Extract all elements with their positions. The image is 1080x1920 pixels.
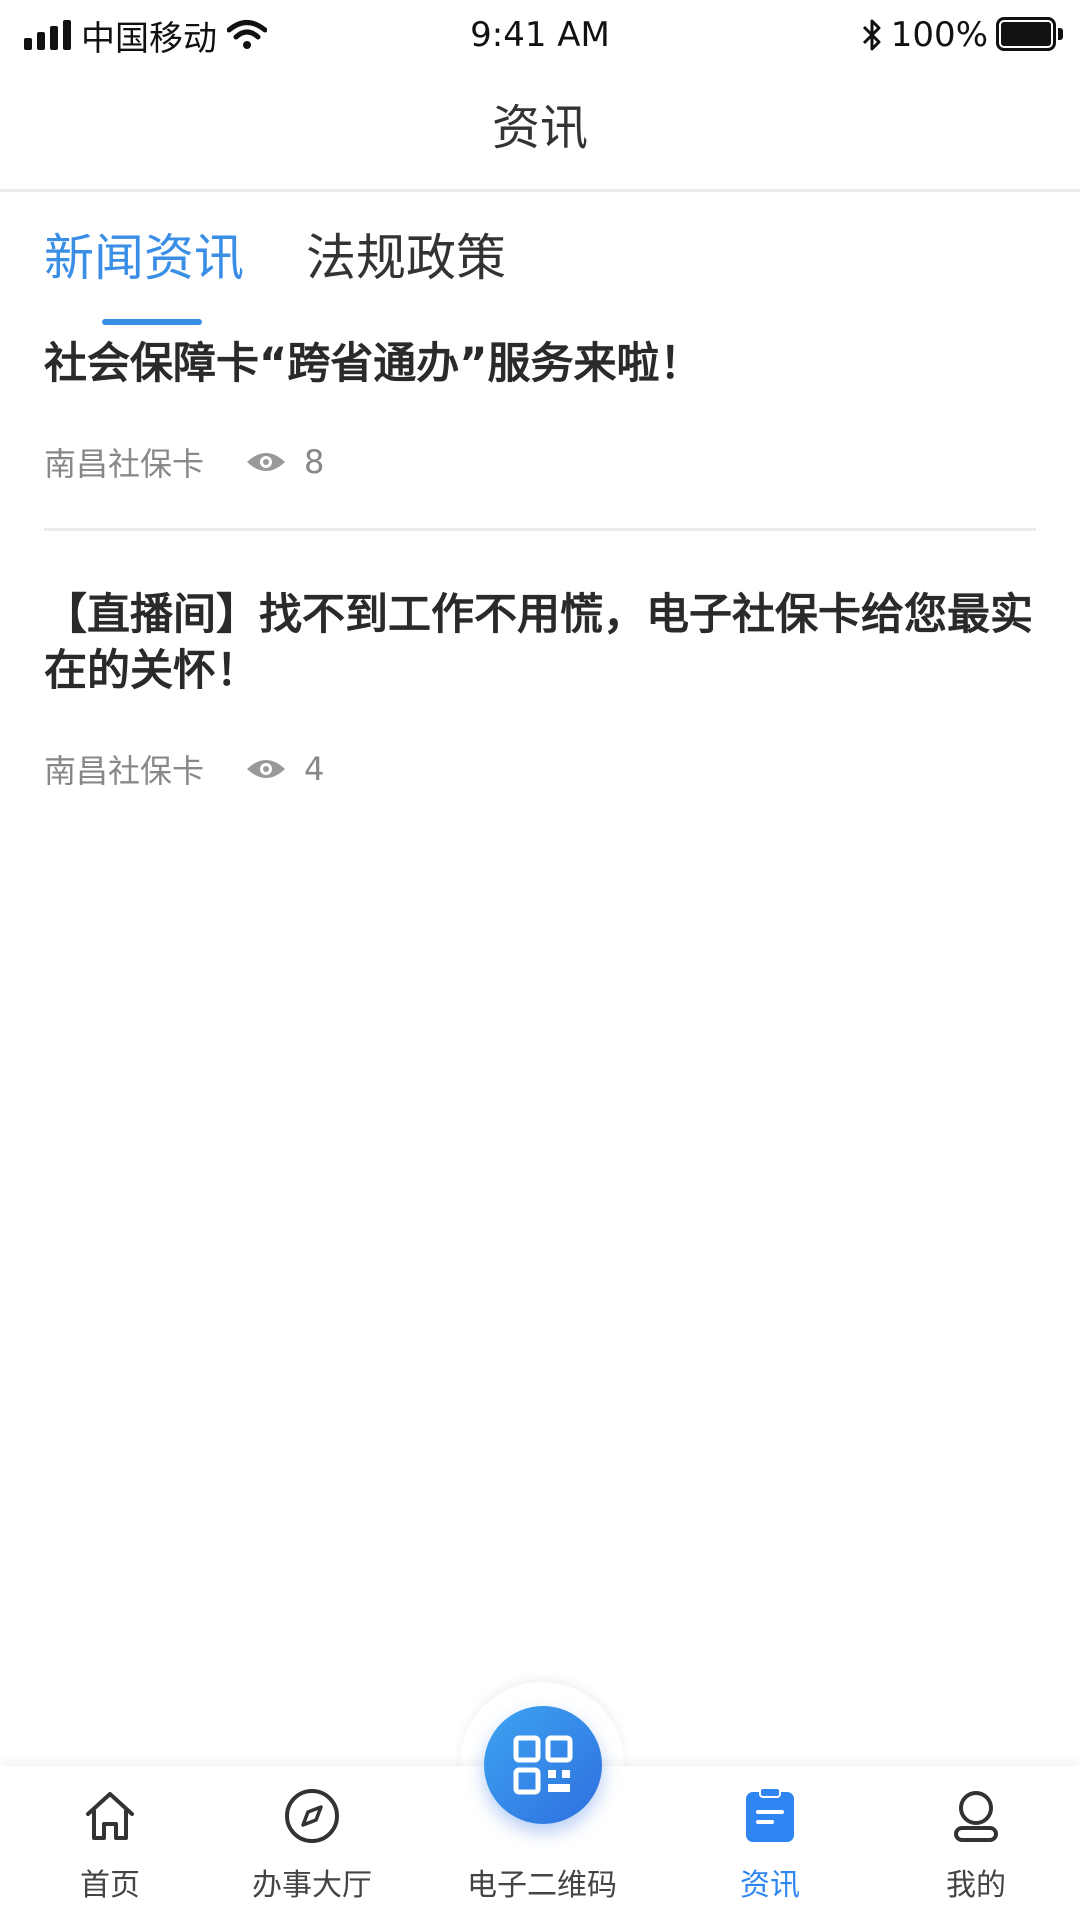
news-source: 南昌社保卡 [44,752,205,790]
tab-news[interactable]: 新闻资讯 [44,224,244,292]
news-meta: 南昌社保卡 4 [44,747,1036,791]
tab-bar-label: 电子二维码 [467,1868,617,1903]
tab-bar-label: 首页 [80,1868,140,1903]
news-clipboard-icon [746,1787,794,1842]
user-icon [954,1791,998,1842]
page-title: 资讯 [491,100,588,156]
battery-icon [996,17,1066,53]
news-list: 社会保障卡“跨省通办”服务来啦！ 南昌社保卡 8 【直播间】找不到工作不用慌，电… [44,336,1036,791]
news-title: 社会保障卡“跨省通办”服务来啦！ [44,339,703,389]
tab-regulations[interactable]: 法规政策 [306,224,506,292]
status-bar: 中国移动 9:41 AM 100% [0,0,1080,70]
tab-bar-label: 办事大厅 [252,1868,372,1903]
news-meta: 南昌社保卡 8 [44,440,1036,484]
tab-bar-item-home[interactable]: 首页 [10,1766,210,1920]
bluetooth-icon [862,19,881,51]
nav-bar: 资讯 [0,70,1080,192]
news-source: 南昌社保卡 [44,445,205,483]
tab-bar-label: 资讯 [740,1868,800,1903]
eye-icon [247,453,286,471]
tab-bar-item-mine[interactable]: 我的 [876,1766,1076,1920]
divider [44,528,1036,531]
home-icon [86,1792,134,1840]
news-item[interactable]: 【直播间】找不到工作不用慌，电子社保卡给您最实在的关怀！ 南昌社保卡 4 [44,587,1036,791]
battery-percent: 100% [890,15,988,55]
compass-icon [285,1789,339,1843]
news-item[interactable]: 社会保障卡“跨省通办”服务来啦！ 南昌社保卡 8 [44,336,1036,531]
tab-bar-item-news[interactable]: 资讯 [670,1766,870,1920]
category-tabs: 新闻资讯 法规政策 [0,192,1080,332]
view-count: 8 [304,443,325,481]
eye-icon [247,760,286,778]
news-title: 【直播间】找不到工作不用慌，电子社保卡给您最实在的关怀！ [44,590,1033,696]
tab-bar-item-qr-code[interactable]: 电子二维码 [442,1766,642,1920]
tab-bar-label: 我的 [946,1868,1006,1903]
tab-active-indicator [102,319,202,325]
view-count: 4 [304,750,325,788]
tab-bar-item-service-hall[interactable]: 办事大厅 [212,1766,412,1920]
